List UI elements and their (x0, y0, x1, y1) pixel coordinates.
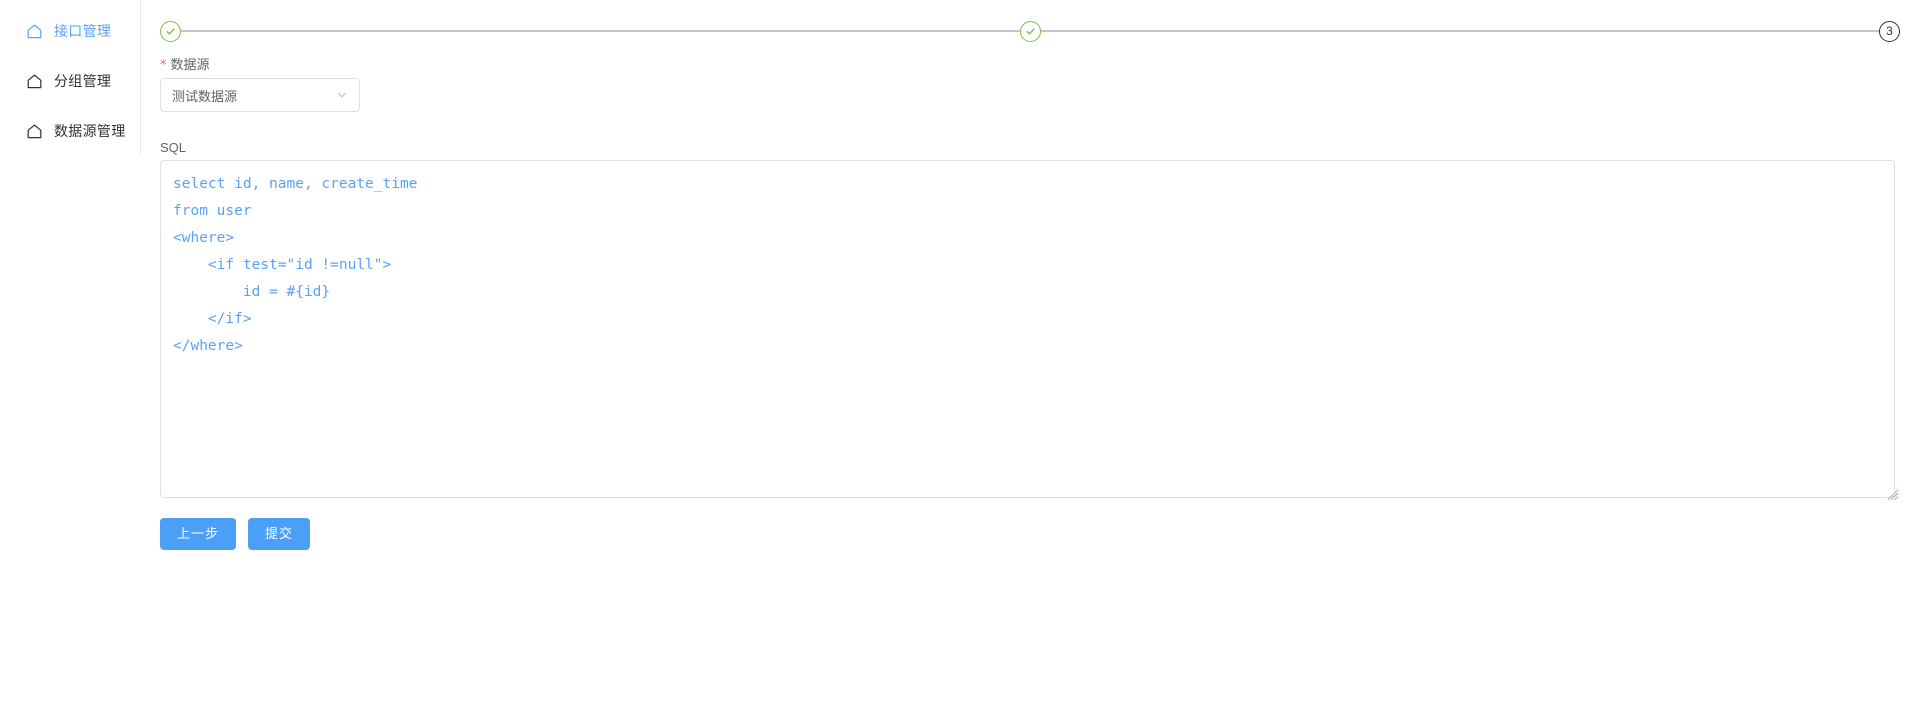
required-asterisk: * (160, 58, 167, 73)
sql-input[interactable] (160, 160, 1895, 498)
step-1[interactable] (160, 20, 1020, 42)
step-connector-1 (181, 30, 1020, 32)
sidebar-item-group-management[interactable]: 分组管理 (0, 64, 140, 98)
step-3[interactable]: 3 (1879, 20, 1900, 42)
step-1-circle (160, 20, 181, 42)
step-2[interactable] (1019, 20, 1879, 42)
submit-button[interactable]: 提交 (248, 518, 311, 550)
step-indicator: 3 (160, 19, 1900, 43)
step-2-circle (1019, 20, 1041, 42)
datasource-label-text: 数据源 (170, 57, 210, 72)
step-connector-2 (1040, 30, 1879, 32)
check-icon (166, 27, 175, 35)
main-content: 3 *数据源 测试数据源 SQL 上一步 提 (140, 0, 1920, 706)
chevron-down-icon (336, 89, 348, 101)
home-icon (26, 23, 43, 40)
action-buttons: 上一步 提交 (160, 518, 311, 550)
prev-step-button[interactable]: 上一步 (160, 518, 237, 550)
sidebar-item-label: 分组管理 (54, 73, 112, 89)
datasource-select-value: 测试数据源 (172, 88, 238, 104)
sidebar: 接口管理 分组管理 数据源管理 (0, 0, 141, 706)
step-3-circle: 3 (1879, 20, 1900, 42)
check-icon (1025, 27, 1035, 35)
home-icon (26, 73, 43, 90)
home-icon (26, 123, 43, 140)
sidebar-item-label: 数据源管理 (54, 123, 126, 139)
sidebar-item-label: 接口管理 (54, 23, 112, 39)
app-root: 接口管理 分组管理 数据源管理 3 * 数据源 测试数据源 SQL select… (0, 0, 1920, 706)
sql-label: SQL (160, 140, 187, 155)
datasource-select[interactable]: 测试数据源 (160, 78, 360, 112)
sidebar-item-interface-management[interactable]: 接口管理 (0, 14, 140, 48)
datasource-label: * 数据源 (160, 58, 210, 72)
sidebar-item-datasource-management[interactable]: 数据源管理 (0, 114, 140, 148)
